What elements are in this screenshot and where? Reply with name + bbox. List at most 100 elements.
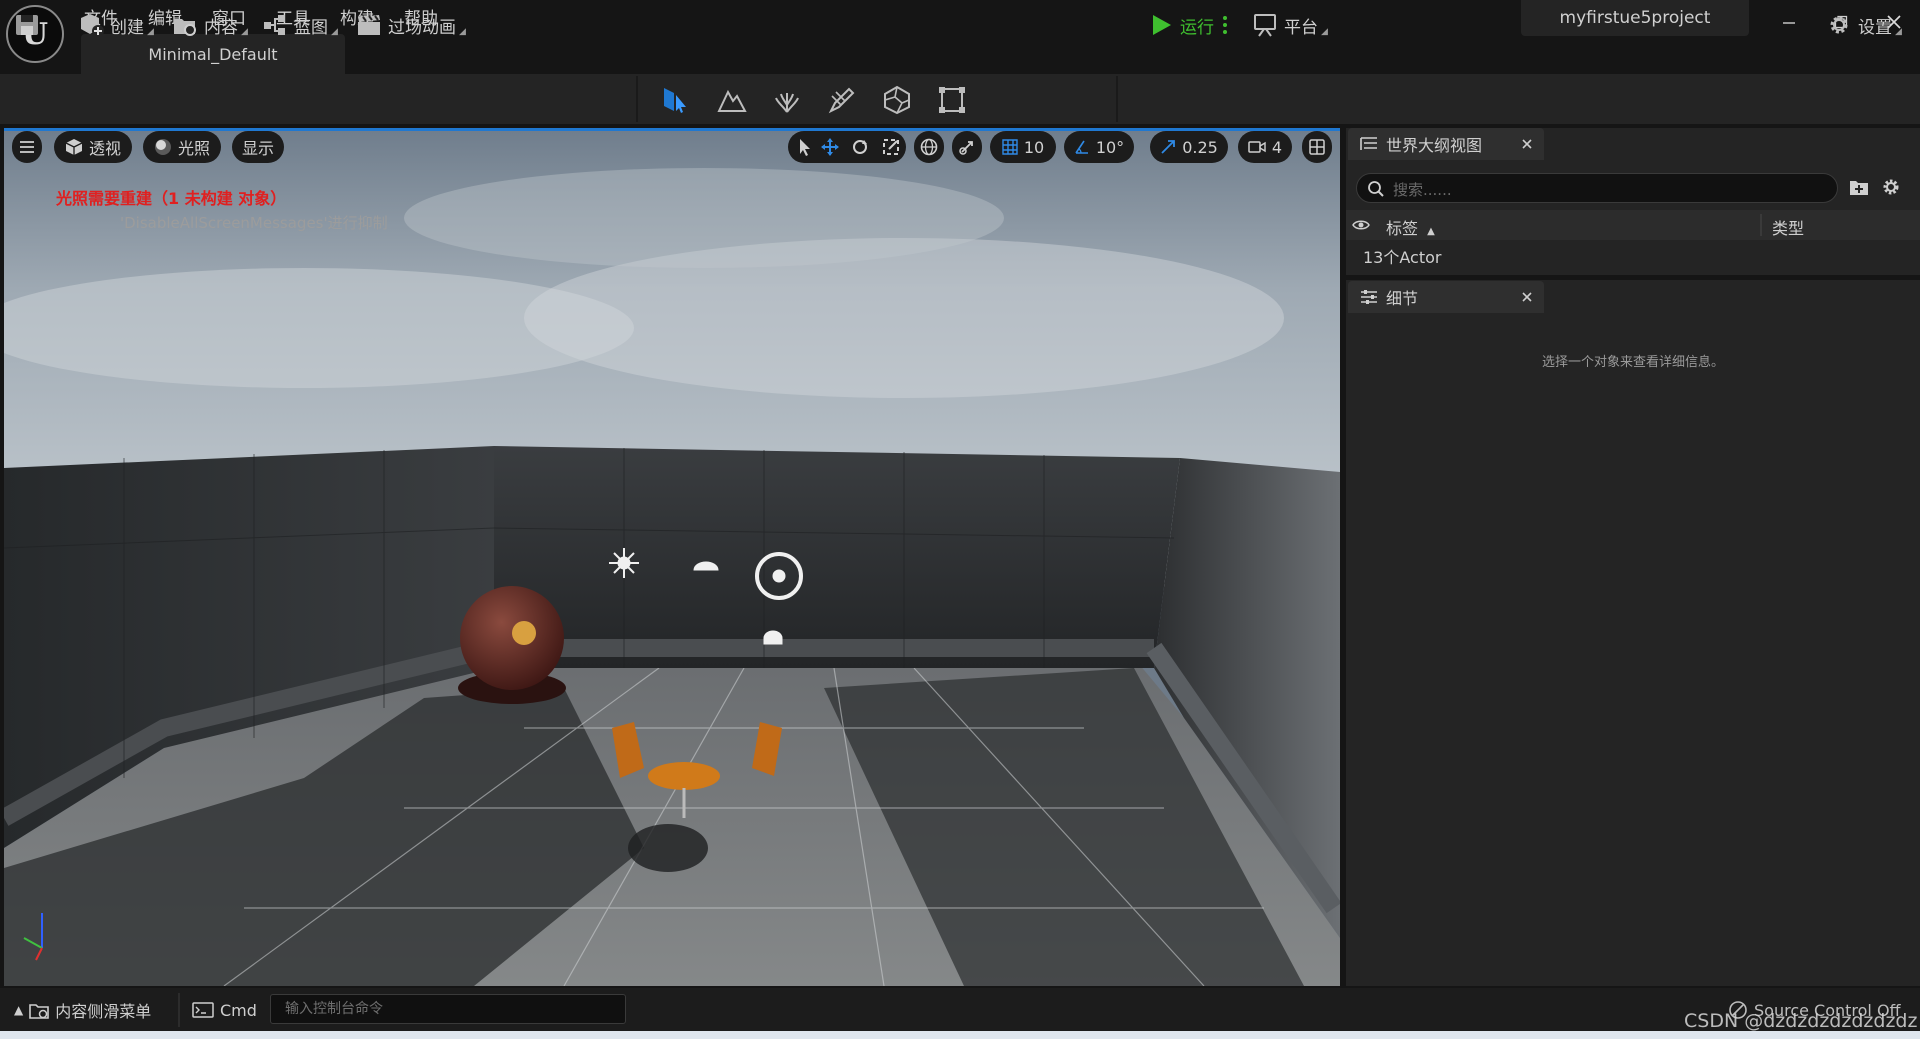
cube-icon bbox=[65, 139, 83, 155]
toolbar-divider bbox=[636, 76, 638, 122]
mesh-paint-mode-button[interactable] bbox=[827, 85, 857, 115]
search-placeholder: 搜索...... bbox=[1393, 181, 1452, 199]
play-options-button[interactable] bbox=[1222, 0, 1228, 50]
minimize-button[interactable] bbox=[1769, 8, 1809, 36]
blueprint-icon bbox=[264, 15, 285, 35]
scale-icon bbox=[1161, 140, 1176, 154]
minimize-icon bbox=[1783, 22, 1795, 24]
chevron-up-icon: ▲ bbox=[14, 1003, 24, 1017]
viewport-scene bbox=[4, 128, 1340, 986]
viewport-menu-button[interactable] bbox=[12, 131, 42, 163]
show-label: 显示 bbox=[241, 139, 274, 158]
camera-icon bbox=[1248, 141, 1266, 153]
settings-label: 设置 bbox=[1858, 17, 1892, 38]
outliner-tab[interactable]: 世界大纲视图 bbox=[1348, 128, 1544, 160]
create-icon bbox=[81, 14, 104, 37]
transform-tools-icons bbox=[800, 138, 899, 156]
hamburger-icon bbox=[20, 141, 34, 153]
perspective-button[interactable]: 透视 bbox=[54, 131, 132, 163]
gear-icon bbox=[1830, 16, 1848, 34]
clapperboard-icon bbox=[358, 15, 380, 35]
platforms-label: 平台 bbox=[1284, 17, 1318, 38]
content-button[interactable]: 内容 ◢ bbox=[172, 0, 248, 50]
save-icon bbox=[16, 15, 38, 35]
column-divider[interactable] bbox=[1760, 214, 1762, 236]
project-name: myfirstue5project bbox=[1521, 0, 1749, 36]
toolbar-divider bbox=[1116, 76, 1118, 122]
grid-icon bbox=[1002, 139, 1018, 155]
outliner-close-button[interactable] bbox=[1522, 139, 1532, 149]
eye-icon bbox=[1352, 220, 1370, 230]
suppress-messages-note: 'DisableAllScreenMessages'进行抑制 bbox=[120, 214, 388, 232]
actor-count: 13个Actor bbox=[1363, 248, 1442, 267]
play-icon bbox=[1153, 15, 1171, 35]
add-folder-icon bbox=[1850, 181, 1868, 195]
surface-snap-button[interactable] bbox=[952, 131, 982, 163]
outliner-settings-button[interactable] bbox=[1880, 176, 1902, 198]
blueprint-button[interactable]: 蓝图 ◢ bbox=[262, 0, 338, 50]
new-folder-button[interactable] bbox=[1848, 176, 1870, 198]
lighting-label: 光照 bbox=[177, 139, 210, 158]
fracture-mode-icon bbox=[884, 85, 910, 115]
rotation-snap-button[interactable]: 10° bbox=[1064, 131, 1134, 163]
details-close-button[interactable] bbox=[1522, 292, 1532, 302]
console-icon bbox=[192, 1002, 214, 1018]
details-tab-label: 细节 bbox=[1386, 289, 1419, 308]
landscape-mode-icon bbox=[717, 89, 747, 112]
console-command-input[interactable]: 输入控制台命令 bbox=[270, 994, 626, 1024]
cmd-button[interactable]: Cmd bbox=[192, 996, 257, 1024]
content-drawer-label: 内容侧滑菜单 bbox=[55, 1002, 152, 1021]
lighting-rebuild-warning: 光照需要重建（1 未构建 对象） bbox=[56, 189, 287, 208]
scale-snap-button[interactable]: 0.25 bbox=[1150, 131, 1228, 163]
platforms-icon bbox=[1254, 14, 1276, 37]
foliage-mode-icon bbox=[775, 93, 799, 113]
create-button[interactable]: 创建 ◢ bbox=[78, 0, 154, 50]
level-viewport[interactable] bbox=[4, 128, 1340, 986]
foliage-mode-button[interactable] bbox=[772, 85, 802, 115]
blueprint-label: 蓝图 bbox=[294, 17, 328, 38]
outliner-search-input[interactable]: 搜索...... bbox=[1356, 173, 1838, 203]
visibility-column-header[interactable] bbox=[1352, 218, 1370, 232]
cmd-label: Cmd bbox=[220, 1000, 257, 1020]
surface-snap-icon bbox=[959, 141, 973, 155]
grid-snap-button[interactable]: 10 bbox=[990, 131, 1056, 163]
details-empty-message: 选择一个对象来查看详细信息。 bbox=[1541, 355, 1724, 370]
camera-speed-button[interactable]: 4 bbox=[1238, 131, 1292, 163]
brush-edit-mode-button[interactable] bbox=[937, 85, 967, 115]
brush-edit-mode-icon bbox=[939, 87, 965, 113]
content-icon bbox=[174, 19, 196, 36]
selection-mode-button[interactable] bbox=[660, 85, 690, 115]
content-drawer-icon bbox=[29, 1004, 50, 1019]
grid-snap-value: 10 bbox=[1023, 137, 1045, 157]
save-button[interactable] bbox=[14, 0, 40, 50]
lit-sphere-icon bbox=[154, 139, 171, 155]
content-drawer-button[interactable]: ▲ 内容侧滑菜单 bbox=[14, 996, 151, 1024]
show-menu-button[interactable]: 显示 bbox=[232, 131, 284, 163]
globe-icon bbox=[920, 138, 938, 156]
close-icon bbox=[1522, 139, 1532, 149]
play-button[interactable]: 运行 bbox=[1148, 0, 1214, 50]
gear-icon bbox=[1883, 179, 1899, 195]
label-column-header[interactable]: 标签 ▲ bbox=[1386, 215, 1435, 239]
mesh-paint-mode-icon bbox=[828, 87, 855, 114]
label-column-text: 标签 bbox=[1386, 219, 1419, 238]
lighting-mode-button[interactable]: 光照 bbox=[143, 131, 221, 163]
type-column-header[interactable]: 类型 bbox=[1772, 215, 1804, 239]
outliner-tab-label: 世界大纲视图 bbox=[1386, 136, 1483, 155]
fracture-mode-button[interactable] bbox=[882, 85, 912, 115]
details-tab[interactable]: 细节 bbox=[1348, 281, 1544, 313]
sliders-icon bbox=[1361, 290, 1377, 304]
settings-button[interactable]: 设置 ◢ bbox=[1826, 0, 1902, 50]
perspective-label: 透视 bbox=[88, 139, 121, 158]
viewport-layout-button[interactable] bbox=[1302, 131, 1332, 163]
landscape-mode-button[interactable] bbox=[717, 85, 747, 115]
world-space-button[interactable] bbox=[914, 131, 944, 163]
cinematics-button[interactable]: 过场动画 ◢ bbox=[356, 0, 466, 50]
platforms-button[interactable]: 平台 ◢ bbox=[1252, 0, 1328, 50]
camera-speed-value: 4 bbox=[1271, 137, 1283, 157]
search-icon bbox=[1368, 181, 1384, 197]
create-label: 创建 bbox=[110, 17, 144, 38]
play-label: 运行 bbox=[1180, 17, 1214, 38]
more-vertical-icon bbox=[1223, 16, 1227, 34]
content-label: 内容 bbox=[204, 17, 238, 38]
